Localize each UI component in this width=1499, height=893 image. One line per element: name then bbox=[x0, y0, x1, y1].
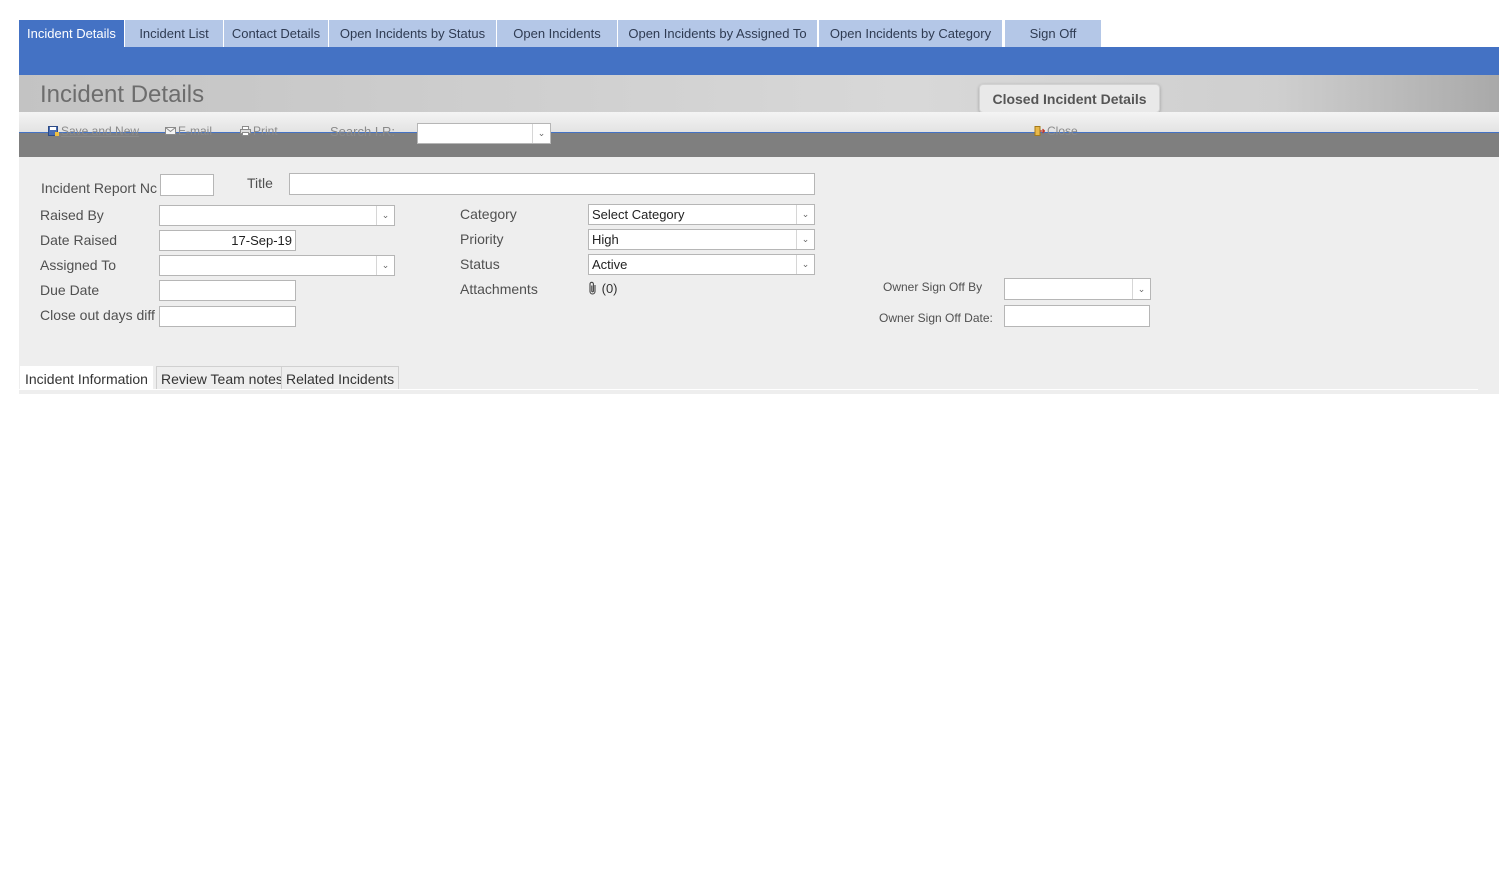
tab-review-team-notes[interactable]: Review Team notes bbox=[156, 366, 288, 390]
save-and-new-button[interactable]: Save and New bbox=[48, 124, 139, 138]
priority-label: Priority bbox=[460, 231, 504, 247]
status-label: Status bbox=[460, 256, 500, 272]
category-label: Category bbox=[460, 206, 517, 222]
owner-sign-off-by-combo[interactable]: ⌄ bbox=[1004, 278, 1151, 300]
search-ir-label: Search I.R: bbox=[330, 124, 396, 139]
owner-sign-off-date-field[interactable] bbox=[1004, 305, 1150, 327]
form-header bbox=[19, 75, 1499, 112]
category-value: Select Category bbox=[592, 207, 685, 222]
save-icon bbox=[48, 126, 59, 136]
tab-open-incidents-by-category[interactable]: Open Incidents by Category bbox=[819, 20, 1003, 47]
search-ir-combo[interactable]: ⌄ bbox=[417, 123, 551, 144]
tab-open-incidents[interactable]: Open Incidents bbox=[497, 20, 618, 47]
chevron-down-icon[interactable]: ⌄ bbox=[796, 255, 814, 274]
envelope-icon bbox=[165, 126, 176, 136]
printer-icon bbox=[240, 126, 251, 136]
due-date-label: Due Date bbox=[40, 282, 100, 298]
close-label: Close bbox=[1047, 124, 1078, 138]
save-and-new-label: Save and New bbox=[61, 124, 140, 138]
email-label: E-mail bbox=[178, 124, 213, 138]
exit-door-icon bbox=[1034, 126, 1046, 136]
raised-by-label: Raised By bbox=[40, 207, 104, 223]
date-raised-field[interactable]: 17-Sep-19 bbox=[159, 230, 296, 251]
email-button[interactable]: E-mail bbox=[165, 124, 212, 138]
chevron-down-icon[interactable]: ⌄ bbox=[376, 256, 394, 275]
incident-report-no-label: Incident Report Nc bbox=[41, 180, 157, 196]
priority-value: High bbox=[592, 232, 619, 247]
assigned-to-combo[interactable]: ⌄ bbox=[159, 255, 395, 276]
print-label: Print bbox=[253, 124, 278, 138]
tab-sign-off[interactable]: Sign Off bbox=[1005, 20, 1102, 47]
assigned-to-label: Assigned To bbox=[40, 257, 117, 273]
chevron-down-icon[interactable]: ⌄ bbox=[532, 124, 550, 143]
attachments-count: (0) bbox=[601, 281, 618, 296]
closed-incident-details-button[interactable]: Closed Incident Details bbox=[979, 84, 1160, 113]
chevron-down-icon[interactable]: ⌄ bbox=[376, 206, 394, 225]
owner-sign-off-by-label: Owner Sign Off By bbox=[883, 280, 983, 294]
chevron-down-icon[interactable]: ⌄ bbox=[796, 230, 814, 249]
tab-open-incidents-by-status[interactable]: Open Incidents by Status bbox=[329, 20, 497, 47]
date-raised-label: Date Raised bbox=[40, 232, 118, 248]
attachments-control[interactable]: (0) bbox=[588, 281, 618, 296]
tab-related-incidents[interactable]: Related Incidents bbox=[281, 366, 400, 390]
tab-incident-information[interactable]: Incident Information bbox=[20, 366, 153, 390]
title-label: Title bbox=[247, 175, 273, 191]
due-date-field[interactable] bbox=[159, 280, 296, 301]
close-out-days-label: Close out days diff bbox=[40, 307, 155, 323]
close-button[interactable]: Close bbox=[1034, 124, 1078, 138]
chevron-down-icon[interactable]: ⌄ bbox=[796, 205, 814, 224]
title-field[interactable] bbox=[289, 173, 815, 195]
incident-report-no-field[interactable] bbox=[160, 174, 214, 196]
chevron-down-icon[interactable]: ⌄ bbox=[1132, 279, 1150, 299]
priority-combo[interactable]: High ⌄ bbox=[588, 229, 815, 250]
tab-incident-details[interactable]: Incident Details bbox=[19, 20, 125, 47]
tab-content-bar bbox=[19, 47, 1499, 75]
owner-sign-off-date-label: Owner Sign Off Date: bbox=[879, 311, 993, 325]
paperclip-icon bbox=[588, 281, 602, 296]
page-title: Incident Details bbox=[40, 81, 205, 108]
tab-contact-details[interactable]: Contact Details bbox=[224, 20, 329, 47]
print-button[interactable]: Print bbox=[240, 124, 278, 138]
raised-by-combo[interactable]: ⌄ bbox=[159, 205, 395, 226]
subtab-content-edge bbox=[19, 389, 1478, 390]
attachments-label: Attachments bbox=[460, 281, 538, 297]
tab-open-incidents-by-assigned-to[interactable]: Open Incidents by Assigned To bbox=[618, 20, 818, 47]
status-value: Active bbox=[592, 257, 628, 272]
status-combo[interactable]: Active ⌄ bbox=[588, 254, 815, 275]
category-combo[interactable]: Select Category ⌄ bbox=[588, 204, 815, 225]
tab-incident-list[interactable]: Incident List bbox=[125, 20, 224, 47]
close-out-days-field[interactable] bbox=[159, 306, 296, 327]
